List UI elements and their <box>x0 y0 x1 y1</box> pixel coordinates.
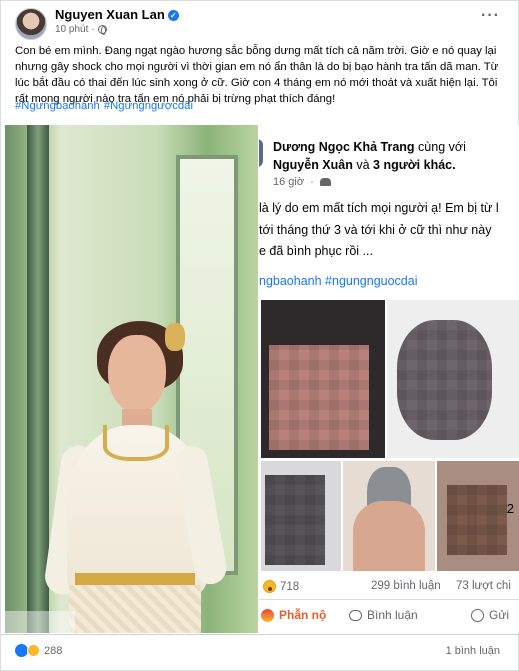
post-hashtags: #Ngưngbạohành #Ngưngngượcđãi <box>15 100 197 112</box>
post-meta: 10 phút · <box>55 24 107 35</box>
share-icon <box>471 608 484 622</box>
angry-icon <box>261 608 274 622</box>
pixelated-area <box>397 320 492 440</box>
comment-label: Bình luận <box>367 608 418 622</box>
wow-icon <box>263 580 276 593</box>
footer-divider <box>1 634 519 635</box>
send-label: Gửi <box>489 608 510 622</box>
gallery-photo <box>261 300 385 458</box>
dot-separator: · <box>310 176 314 188</box>
shared-tagged-name: Nguyễn Xuân <box>273 158 353 172</box>
comment-icon <box>349 609 362 621</box>
shared-post-hashtags: ngbaohanh #ngungnguocdai <box>259 274 418 288</box>
shared-others-text: 3 người khác. <box>373 158 456 172</box>
photo-blurred-watermark <box>5 611 75 633</box>
photo-arms-shape <box>353 501 425 571</box>
photo-pillar <box>27 125 49 633</box>
post-comment-count[interactable]: 1 bình luận <box>446 645 500 657</box>
gallery-photo <box>261 461 341 571</box>
shared-post-screenshot[interactable]: Dương Ngọc Khả Trang cùng với Nguyễn Xuâ… <box>259 125 519 633</box>
post-photo[interactable] <box>5 125 258 633</box>
shared-author-name: Dương Ngọc Khả Trang <box>273 140 415 154</box>
shared-body-line: e đã bình phục rồi ... <box>259 244 373 258</box>
hashtag-link[interactable]: #Ngưngbạohành <box>15 100 100 112</box>
photo-face <box>108 335 166 413</box>
shared-post-title: Dương Ngọc Khả Trang cùng với Nguyễn Xuâ… <box>273 138 519 174</box>
shared-body-line: tới tháng thứ 3 và tới khi ở cữ thì như … <box>259 222 492 237</box>
dot-separator: · <box>91 24 95 35</box>
post-reaction-count[interactable]: 288 <box>44 645 62 657</box>
gallery-photo <box>343 461 435 571</box>
shared-author-avatar <box>259 139 263 167</box>
facebook-post: Nguyen Xuan Lan ✓ 10 phút · ··· Con bé em… <box>0 0 519 671</box>
photo-hair-ornament <box>165 323 185 351</box>
shared-share-count: 73 lượt chi <box>456 580 511 592</box>
shared-body-line: là lý do em mất tích mọi người ạ! Em bị … <box>259 201 499 215</box>
shared-reactions: 718 <box>263 580 299 593</box>
globe-icon <box>97 25 107 35</box>
post-time[interactable]: 10 phút <box>55 24 88 35</box>
gallery-photo <box>387 300 519 458</box>
shared-comment-count: 299 bình luận <box>371 580 441 592</box>
photo-necklace <box>103 425 169 461</box>
shared-post-time: 16 giờ <box>273 176 305 188</box>
pixelated-area <box>269 345 369 450</box>
author-name-text[interactable]: Nguyen Xuan Lan <box>55 7 165 22</box>
shared-with-text: cùng với <box>418 140 466 154</box>
gallery-badge: 2 <box>506 501 514 516</box>
author-avatar[interactable] <box>15 8 47 40</box>
post-text: Con bé em mình. Đang ngạt ngào hương sắc… <box>15 43 507 107</box>
hashtag-link[interactable]: #Ngưngngượcđãi <box>104 100 193 112</box>
post-text-line: nhưng gây shock cho mọi người vì thời gi… <box>15 61 499 73</box>
send-button: Gửi <box>471 608 509 622</box>
comment-button: Bình luận <box>349 608 418 622</box>
gallery-photo: 2 <box>437 461 519 571</box>
people-icon <box>319 178 331 186</box>
post-text-line: lúc bắt đầu có thai đến lúc sinh xong ở … <box>15 77 498 89</box>
shared-post-meta: 16 giờ · <box>273 176 331 188</box>
more-icon[interactable]: ··· <box>481 7 500 25</box>
shared-conj-text: và <box>356 158 370 172</box>
post-text-line: Con bé em mình. Đang ngạt ngào hương sắc… <box>15 45 497 57</box>
pixelated-area <box>447 485 507 555</box>
post-reactions[interactable]: 288 <box>15 644 62 657</box>
shared-reaction-count: 718 <box>280 580 300 593</box>
shared-divider <box>259 599 519 600</box>
photo-skirt <box>69 585 201 633</box>
shared-post-body: là lý do em mất tích mọi người ạ! Em bị … <box>259 198 519 263</box>
pixelated-area <box>265 475 325 565</box>
angry-reaction-button: Phẫn nộ <box>261 608 326 622</box>
angry-reaction-label: Phẫn nộ <box>279 608 327 622</box>
author-name[interactable]: Nguyen Xuan Lan ✓ <box>55 7 179 22</box>
verified-icon: ✓ <box>167 10 179 21</box>
sad-icon <box>27 644 40 657</box>
